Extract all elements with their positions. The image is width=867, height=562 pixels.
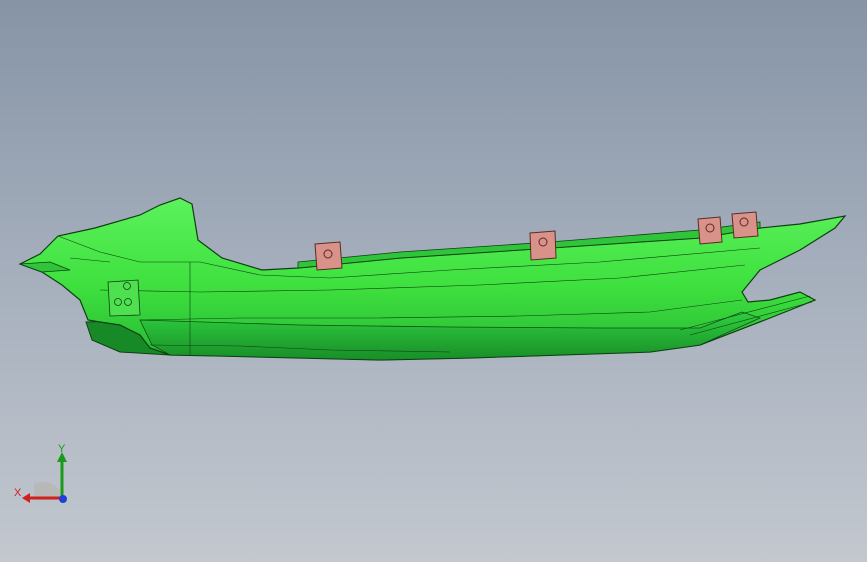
x-axis-label: X xyxy=(14,487,22,499)
mount-bracket-4[interactable] xyxy=(731,211,759,239)
y-axis-label: Y xyxy=(58,443,66,455)
z-axis-dot xyxy=(59,495,67,503)
rear-mount-block xyxy=(107,279,141,317)
graphics-viewport[interactable]: Y X xyxy=(0,0,867,562)
coordinate-triad[interactable]: Y X xyxy=(12,440,76,506)
mount-bracket-3[interactable] xyxy=(697,216,723,245)
mount-bracket-1[interactable] xyxy=(314,241,343,271)
mount-bracket-2[interactable] xyxy=(529,230,557,261)
x-axis-arrow xyxy=(22,493,30,503)
3d-model-part[interactable] xyxy=(0,0,867,562)
